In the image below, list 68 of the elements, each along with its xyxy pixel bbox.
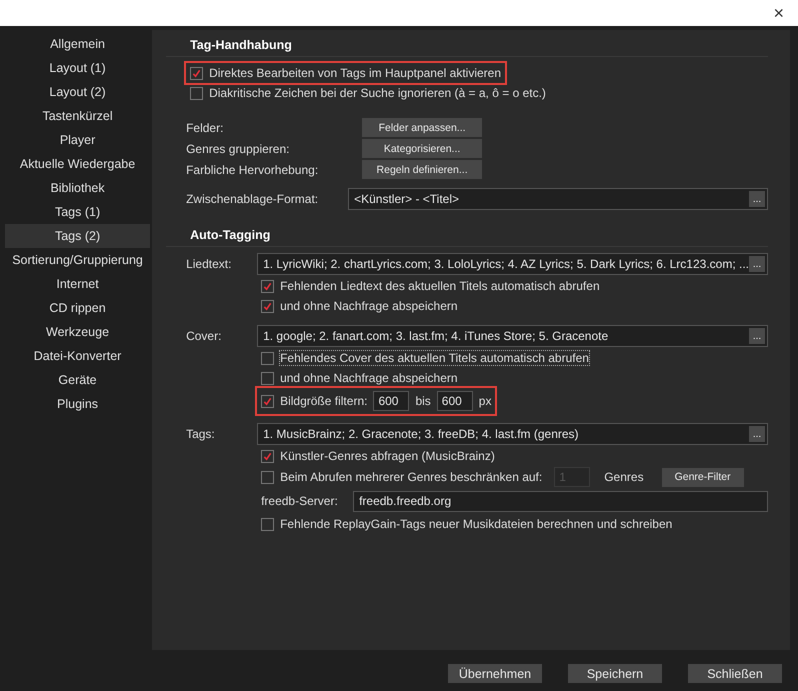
checkbox[interactable] — [261, 470, 274, 484]
genre-filter-button[interactable]: Genre-Filter — [662, 468, 744, 486]
checkbox-label: und ohne Nachfrage abspeichern — [280, 299, 458, 313]
range-label: bis — [415, 394, 431, 408]
field-label: freedb-Server: — [261, 494, 339, 508]
checkbox[interactable] — [190, 86, 204, 100]
browse-button[interactable]: ... — [749, 191, 765, 207]
sidebar-item[interactable]: Allgemein — [5, 32, 150, 56]
setting-label: Zwischenablage-Format: — [186, 192, 320, 206]
sidebar-item[interactable]: Layout (2) — [5, 80, 150, 104]
clipboard-format-field[interactable]: <Künstler> - <Titel> ... — [348, 188, 768, 210]
height-field[interactable]: 600 — [436, 391, 473, 411]
setting-label: Genres gruppieren: — [186, 142, 290, 156]
checkbox[interactable] — [261, 352, 274, 364]
checkbox-label: Bildgröße filtern: — [280, 394, 368, 408]
sidebar-item[interactable]: Sortierung/Gruppierung — [5, 248, 150, 272]
sidebar-item[interactable]: Geräte — [5, 368, 150, 392]
browse-button[interactable]: ... — [749, 328, 765, 344]
checkbox[interactable] — [261, 518, 274, 530]
setting-label: Farbliche Hervorhebung: — [186, 162, 320, 176]
checkbox-label: Künstler-Genres abfragen (MusicBrainz) — [280, 449, 495, 463]
sidebar-item[interactable]: Werkzeuge — [5, 320, 150, 344]
dialog-button[interactable]: Übernehmen — [448, 664, 542, 683]
setting-label: Felder: — [186, 120, 224, 134]
checkbox-label: Beim Abrufen mehrerer Genres beschränken auf: — [280, 470, 542, 484]
checkbox-label: Direktes Bearbeiten von Tags im Hauptpanel aktivieren — [209, 66, 502, 80]
sources-field[interactable]: 1. google; 2. fanart.com; 3. last.fm; 4. iTunes Store; 5. Gracenote ... — [257, 325, 768, 347]
checkbox-label: Fehlende ReplayGain-Tags neuer Musikdateien berechnen und schreiben — [280, 517, 672, 531]
checkbox[interactable] — [261, 394, 274, 408]
group-label: Cover: — [186, 328, 222, 345]
setting-button[interactable]: Kategorisieren... — [362, 139, 482, 158]
checkbox[interactable] — [261, 450, 274, 462]
sidebar-item[interactable]: Tags (2) — [5, 224, 150, 248]
sidebar-item[interactable]: CD rippen — [5, 296, 150, 320]
close-button[interactable]: × — [759, 2, 798, 24]
group-label: Tags: — [186, 426, 216, 443]
sidebar-item[interactable]: Layout (1) — [5, 56, 150, 80]
browse-button[interactable]: ... — [749, 426, 765, 442]
unit-label: Genres — [604, 470, 644, 484]
sidebar-item[interactable]: Aktuelle Wiedergabe — [5, 152, 150, 176]
checkbox[interactable] — [261, 300, 274, 312]
sidebar-item[interactable]: Plugins — [5, 392, 150, 416]
group-label: Liedtext: — [186, 256, 232, 273]
sidebar-item[interactable]: Tastenkürzel — [5, 104, 150, 128]
checkbox[interactable] — [261, 280, 274, 292]
sidebar-item[interactable]: Datei-Konverter — [5, 344, 150, 368]
checkbox-label: Fehlenden Liedtext des aktuellen Titels automatisch abrufen — [280, 279, 600, 293]
sources-field[interactable]: 1. MusicBrainz; 2. Gracenote; 3. freeDB; 4. last.fm (genres) ... — [257, 423, 768, 445]
unit-label: px — [478, 394, 492, 408]
section-title: Auto-Tagging — [166, 224, 768, 247]
setting-button[interactable]: Felder anpassen... — [362, 118, 482, 137]
checkbox-label: und ohne Nachfrage abspeichern — [280, 371, 458, 385]
checkbox-label: Diakritische Zeichen bei der Suche ignorieren (à = a, ô = o etc.) — [209, 86, 546, 100]
width-field[interactable]: 600 — [373, 391, 410, 411]
checkbox[interactable] — [190, 66, 204, 80]
sidebar-item[interactable]: Bibliothek — [5, 176, 150, 200]
dialog-button[interactable]: Schließen — [688, 664, 782, 683]
checkbox[interactable] — [261, 372, 274, 384]
checkbox-label: Fehlendes Cover des aktuellen Titels automatisch abrufen — [280, 351, 589, 365]
browse-button[interactable]: ... — [749, 256, 765, 272]
dialog-button[interactable]: Speichern — [568, 664, 662, 683]
sources-field[interactable]: 1. LyricWiki; 2. chartLyrics.com; 3. LoloLyrics; 4. AZ Lyrics; 5. Dark Lyrics; 6. Lrc123.com; ... ... — [257, 253, 768, 275]
setting-button[interactable]: Regeln definieren... — [362, 160, 482, 179]
server-field[interactable]: freedb.freedb.org — [353, 490, 768, 512]
sidebar-item[interactable]: Internet — [5, 272, 150, 296]
section-title: Tag-Handhabung — [166, 34, 768, 57]
sidebar-item[interactable]: Player — [5, 128, 150, 152]
sidebar-item[interactable]: Tags (1) — [5, 200, 150, 224]
